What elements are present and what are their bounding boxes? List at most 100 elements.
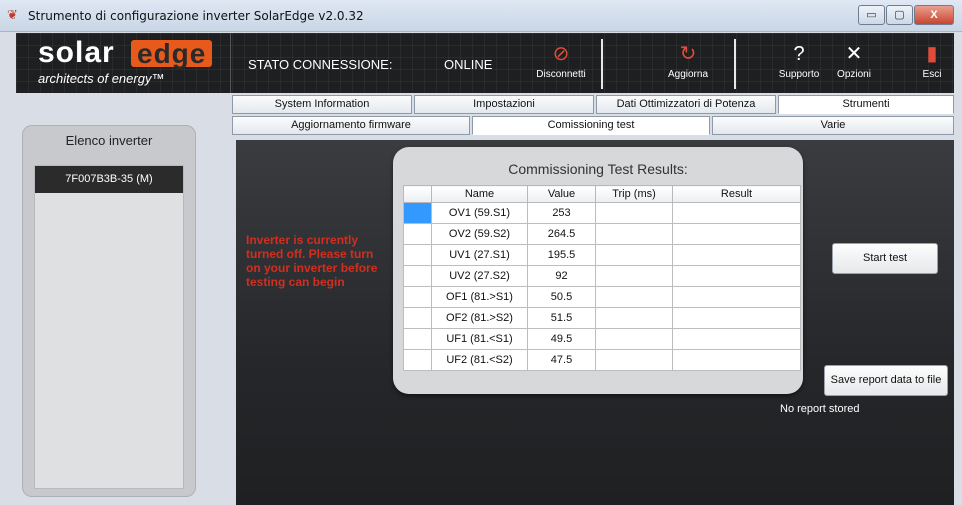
cell-value[interactable]: 264.5	[527, 223, 596, 245]
cell-trip[interactable]	[595, 223, 673, 245]
disconnect-label: Disconnetti	[536, 69, 586, 80]
row-selector[interactable]	[403, 349, 432, 371]
row-selector[interactable]	[403, 286, 432, 308]
app-window: ❦ Strumento di configurazione inverter S…	[0, 0, 962, 505]
tab-system-information[interactable]: System Information	[232, 95, 412, 114]
table-row[interactable]: OV2 (59.S2) 264.5	[403, 223, 801, 245]
table-row[interactable]: OF1 (81.>S1) 50.5	[403, 286, 801, 308]
header-bar: solar edge architects of energy™ STATO C…	[16, 33, 954, 93]
exit-button[interactable]: ▮ Esci	[912, 41, 952, 89]
cell-trip[interactable]	[595, 349, 673, 371]
refresh-button[interactable]: ↻ Aggiorna	[650, 41, 726, 89]
row-selector[interactable]	[403, 307, 432, 329]
cell-value[interactable]: 49.5	[527, 328, 596, 350]
close-button[interactable]: X	[914, 5, 954, 25]
cell-trip[interactable]	[595, 265, 673, 287]
table-row[interactable]: UV2 (27.S2) 92	[403, 265, 801, 287]
cell-result[interactable]	[672, 265, 801, 287]
cell-result[interactable]	[672, 244, 801, 266]
logo-tagline: architects of energy™	[38, 71, 165, 86]
cell-value[interactable]: 195.5	[527, 244, 596, 266]
cell-trip[interactable]	[595, 202, 673, 224]
inverter-list-title: Elenco inverter	[65, 133, 153, 148]
cell-value[interactable]: 51.5	[527, 307, 596, 329]
connection-status-label: STATO CONNESSIONE:	[248, 57, 393, 72]
row-selector[interactable]	[403, 244, 432, 266]
tab-dati-ottimizzatori[interactable]: Dati Ottimizzatori di Potenza	[596, 95, 776, 114]
minimize-button[interactable]: ▭	[858, 5, 885, 25]
disconnect-button[interactable]: ⊘ Disconnetti	[526, 41, 596, 89]
report-status-text: No report stored	[780, 403, 860, 415]
cell-trip[interactable]	[595, 307, 673, 329]
logo-edge-text: edge	[131, 40, 213, 68]
options-label: Opzioni	[837, 69, 871, 80]
cell-name[interactable]: UV2 (27.S2)	[431, 265, 528, 287]
column-header-result[interactable]: Result	[672, 185, 801, 203]
results-title: Commissioning Test Results:	[508, 161, 688, 177]
table-row[interactable]: OF2 (81.>S2) 51.5	[403, 307, 801, 329]
cell-value[interactable]: 47.5	[527, 349, 596, 371]
start-test-button[interactable]: Start test	[832, 243, 938, 274]
table-row[interactable]: OV1 (59.S1) 253	[403, 202, 801, 224]
column-header-name[interactable]: Name	[431, 185, 528, 203]
column-header-value[interactable]: Value	[527, 185, 596, 203]
unlink-icon: ⊘	[552, 43, 570, 65]
cell-value[interactable]: 253	[527, 202, 596, 224]
cell-result[interactable]	[672, 307, 801, 329]
column-header-trip[interactable]: Trip (ms)	[595, 185, 673, 203]
options-button[interactable]: ✕ Opzioni	[824, 41, 884, 89]
results-table: Name Value Trip (ms) Result OV1 (59.S1) 2…	[403, 185, 801, 371]
table-row[interactable]: UV1 (27.S1) 195.5	[403, 244, 801, 266]
exit-door-icon: ▮	[926, 43, 938, 65]
header-separator	[601, 39, 603, 89]
inverter-off-warning: Inverter is currently turned off. Please…	[246, 233, 378, 289]
results-box: Commissioning Test Results: Name Value T…	[393, 147, 803, 394]
solaredge-logo: solar edge architects of energy™	[32, 33, 230, 93]
refresh-icon: ↻	[679, 43, 697, 65]
table-row[interactable]: UF2 (81.<S2) 47.5	[403, 349, 801, 371]
cell-trip[interactable]	[595, 286, 673, 308]
cell-name[interactable]: OF1 (81.>S1)	[431, 286, 528, 308]
tab-impostazioni[interactable]: Impostazioni	[414, 95, 594, 114]
tab-aggiornamento-firmware[interactable]: Aggiornamento firmware	[232, 116, 470, 135]
cell-name[interactable]: OV1 (59.S1)	[431, 202, 528, 224]
inverter-list[interactable]: 7F007B3B-35 (M)	[34, 165, 184, 489]
row-header-corner	[403, 185, 432, 203]
exit-label: Esci	[922, 69, 942, 80]
maximize-button[interactable]: ▢	[886, 5, 913, 25]
cell-result[interactable]	[672, 349, 801, 371]
refresh-label: Aggiorna	[667, 69, 709, 80]
header-separator	[734, 39, 736, 89]
main-tab-row: System Information Impostazioni Dati Ott…	[232, 95, 954, 114]
inverter-list-item[interactable]: 7F007B3B-35 (M)	[35, 166, 183, 193]
save-report-button[interactable]: Save report data to file	[824, 365, 948, 396]
tab-strumenti[interactable]: Strumenti	[778, 95, 954, 114]
row-selector[interactable]	[403, 328, 432, 350]
row-selector[interactable]	[403, 265, 432, 287]
table-row[interactable]: UF1 (81.<S1) 49.5	[403, 328, 801, 350]
cell-name[interactable]: OV2 (59.S2)	[431, 223, 528, 245]
cell-value[interactable]: 92	[527, 265, 596, 287]
cell-name[interactable]: OF2 (81.>S2)	[431, 307, 528, 329]
cell-trip[interactable]	[595, 244, 673, 266]
title-bar: ❦ Strumento di configurazione inverter S…	[0, 0, 962, 32]
connection-status-value: ONLINE	[444, 57, 493, 72]
sub-tab-row: Aggiornamento firmware Comissioning test…	[232, 116, 954, 135]
cell-name[interactable]: UF1 (81.<S1)	[431, 328, 528, 350]
tab-varie[interactable]: Varie	[712, 116, 954, 135]
cell-trip[interactable]	[595, 328, 673, 350]
cell-name[interactable]: UV1 (27.S1)	[431, 244, 528, 266]
cell-result[interactable]	[672, 223, 801, 245]
solaredge-app-icon: ❦	[7, 7, 18, 22]
row-selector[interactable]	[403, 202, 432, 224]
cell-result[interactable]	[672, 286, 801, 308]
tab-commissioning-test[interactable]: Comissioning test	[472, 116, 710, 135]
commissioning-panel: Inverter is currently turned off. Please…	[236, 140, 954, 505]
cell-value[interactable]: 50.5	[527, 286, 596, 308]
row-selector[interactable]	[403, 223, 432, 245]
tools-icon: ✕	[845, 43, 863, 65]
cell-result[interactable]	[672, 202, 801, 224]
window-title: Strumento di configurazione inverter Sol…	[28, 9, 364, 23]
cell-result[interactable]	[672, 328, 801, 350]
cell-name[interactable]: UF2 (81.<S2)	[431, 349, 528, 371]
